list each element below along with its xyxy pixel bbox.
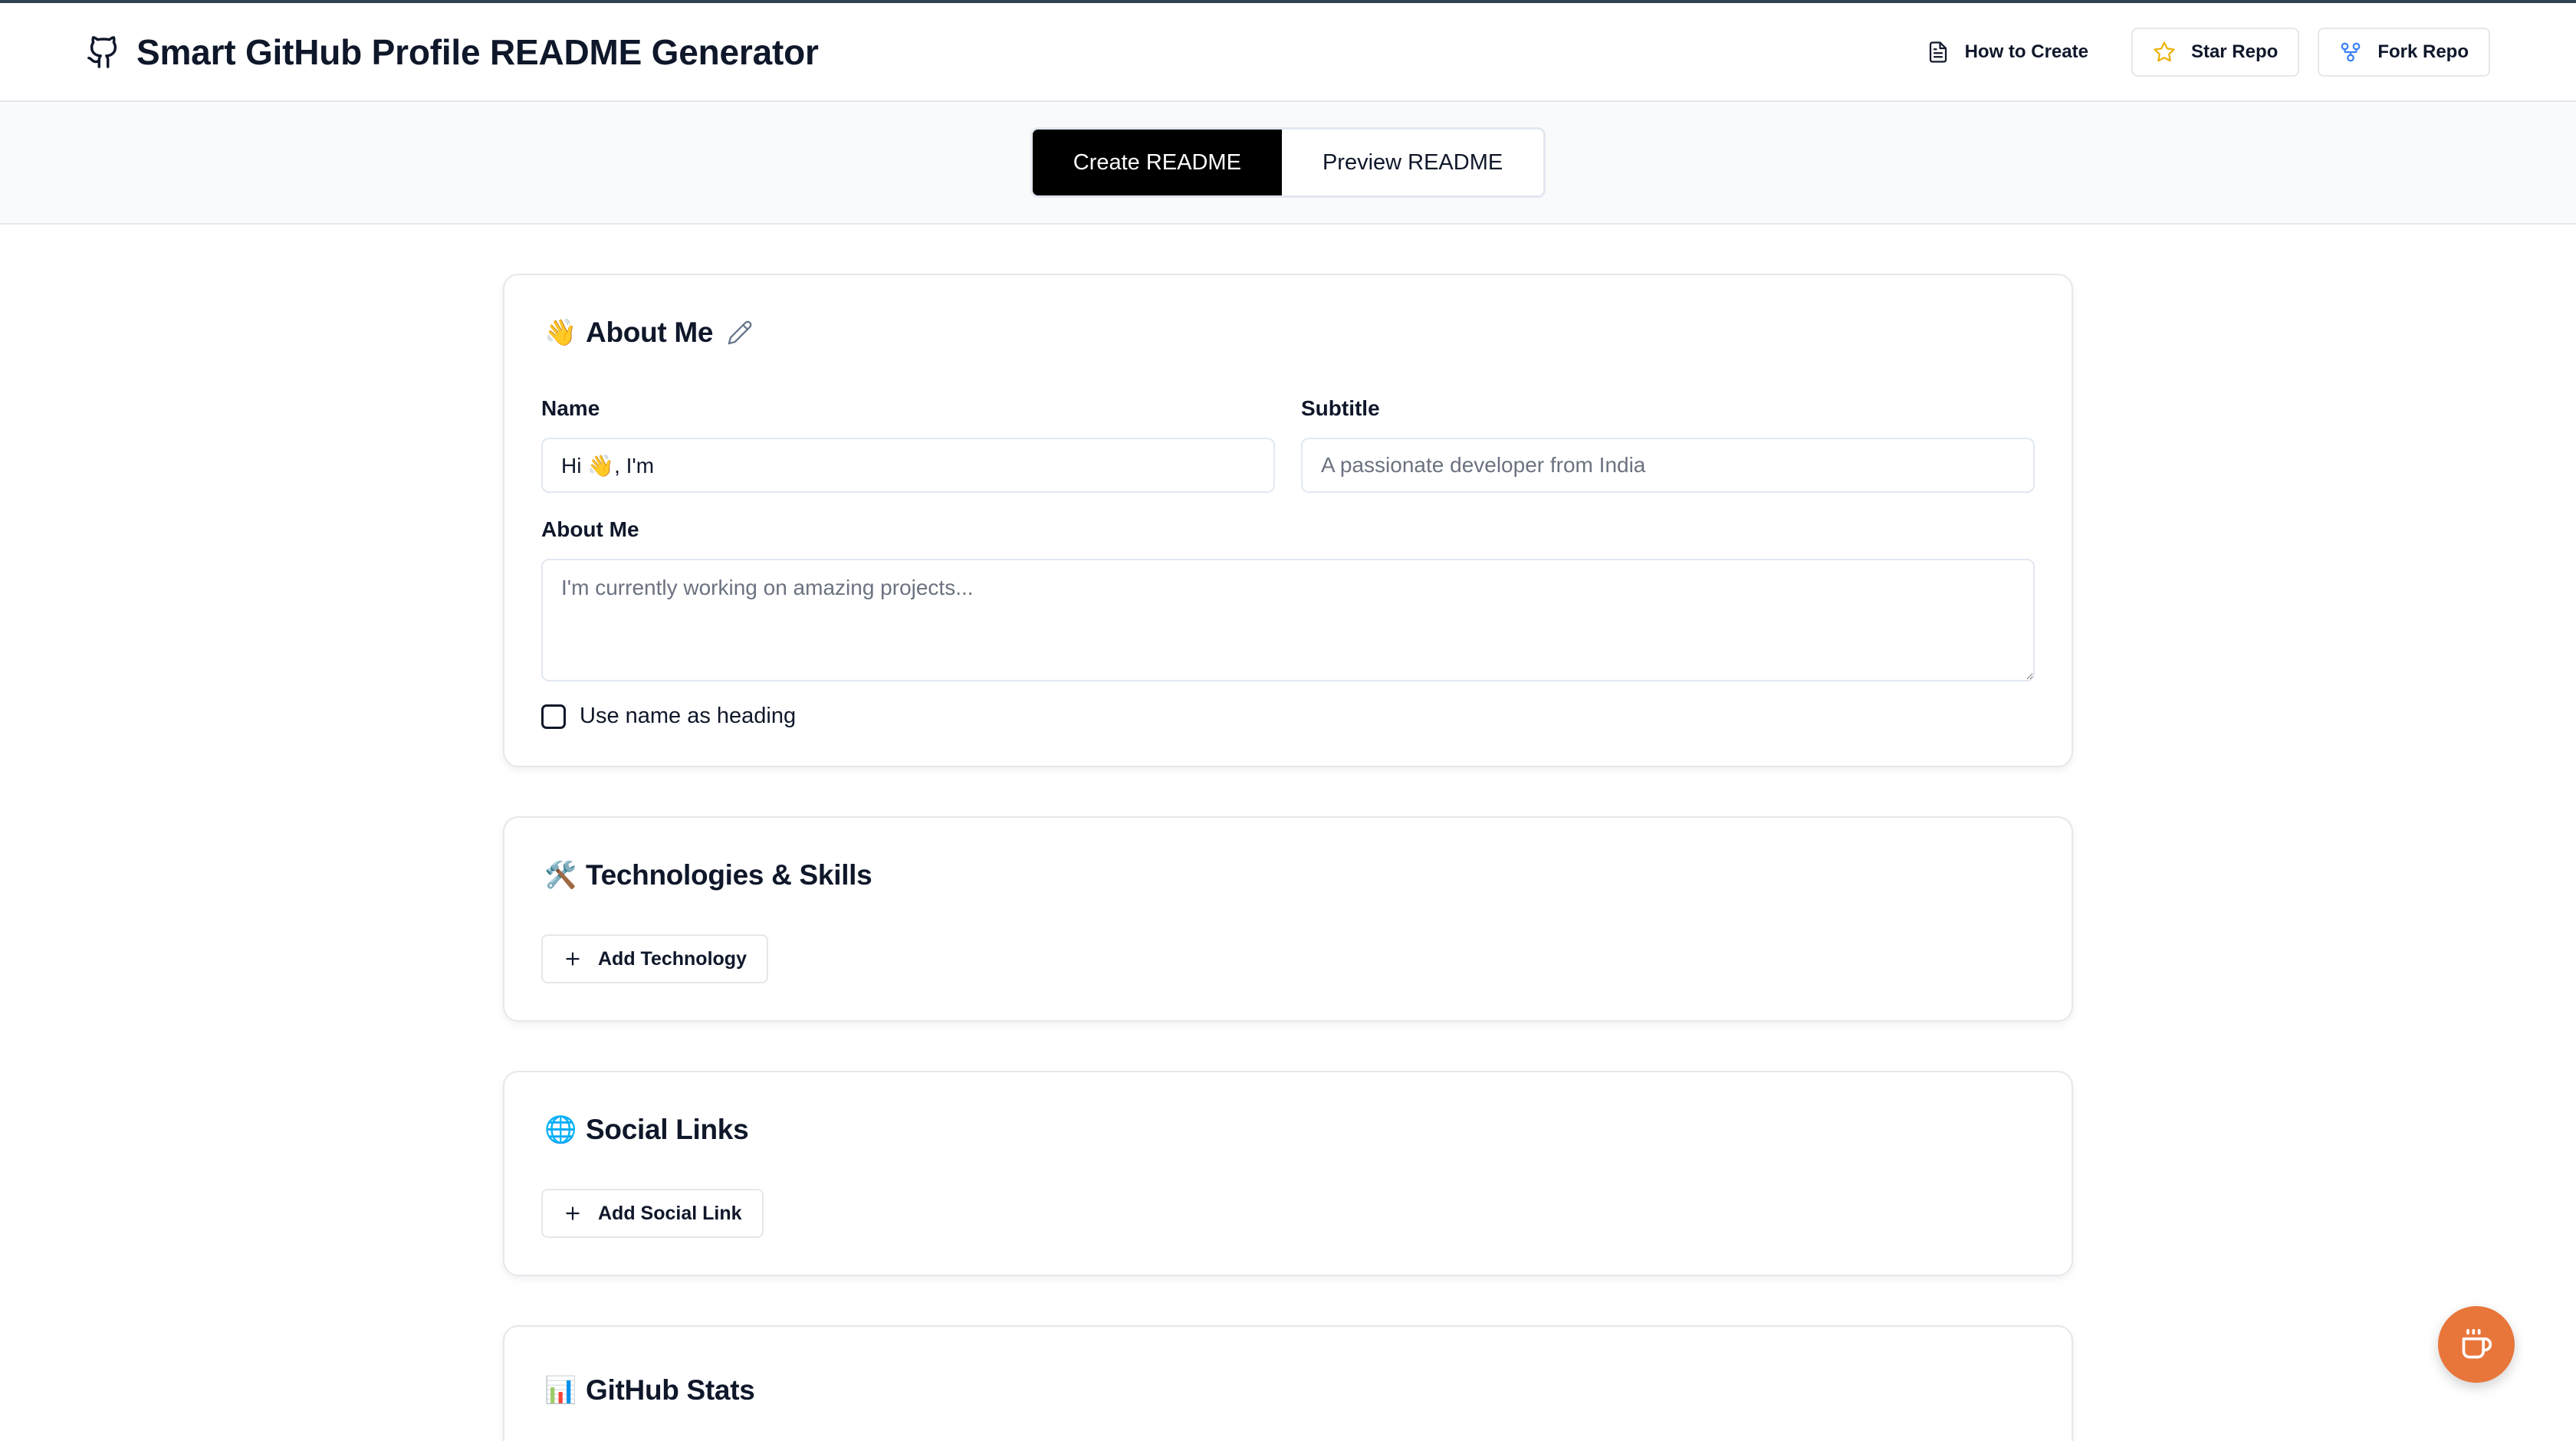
name-field-group: Name xyxy=(541,396,1275,493)
document-icon xyxy=(1929,41,1947,63)
github-stats-heading: 📊 GitHub Stats xyxy=(544,1374,2035,1407)
brand: Smart GitHub Profile README Generator xyxy=(86,31,819,73)
tools-icon: 🛠️ xyxy=(544,860,577,891)
technologies-heading: 🛠️ Technologies & Skills xyxy=(544,859,2035,891)
star-icon xyxy=(2154,41,2175,61)
about-me-label: About Me xyxy=(541,517,639,541)
fork-repo-button[interactable]: Fork Repo xyxy=(2318,27,2490,77)
how-to-create-link[interactable]: How to Create xyxy=(1902,28,2113,77)
globe-icon: 🌐 xyxy=(544,1114,577,1145)
about-me-heading: 👋 About Me xyxy=(544,317,2035,349)
header-actions: How to Create Star Repo Fork Repo xyxy=(1902,27,2490,77)
app-title: Smart GitHub Profile README Generator xyxy=(136,31,819,72)
coffee-icon xyxy=(2462,1328,2492,1359)
name-subtitle-row: Name Subtitle xyxy=(541,396,2035,493)
subtitle-input[interactable] xyxy=(1301,438,2035,493)
use-name-heading-checkbox[interactable] xyxy=(541,704,566,729)
bar-chart-icon: 📊 xyxy=(544,1375,577,1406)
about-me-textarea[interactable] xyxy=(541,559,2035,681)
subtitle-field-group: Subtitle xyxy=(1301,396,2035,493)
use-name-heading-label: Use name as heading xyxy=(580,704,797,728)
tab-create-readme[interactable]: Create README xyxy=(1032,130,1282,195)
subtitle-label: Subtitle xyxy=(1301,396,1380,420)
plus-icon xyxy=(566,952,580,966)
header: Smart GitHub Profile README Generator Ho… xyxy=(0,3,2576,102)
technologies-card: 🛠️ Technologies & Skills Add Technology xyxy=(503,816,2073,1022)
social-links-title: Social Links xyxy=(586,1114,749,1145)
tabs: Create README Preview README xyxy=(1030,127,1546,198)
star-repo-button[interactable]: Star Repo xyxy=(2131,27,2300,77)
add-social-link-label: Add Social Link xyxy=(598,1202,742,1224)
coffee-fab-button[interactable] xyxy=(2438,1306,2515,1383)
page: Smart GitHub Profile README Generator Ho… xyxy=(0,0,2576,1441)
social-links-heading: 🌐 Social Links xyxy=(544,1114,2035,1146)
tab-preview-readme[interactable]: Preview README xyxy=(1281,130,1544,195)
fork-icon xyxy=(2341,42,2361,61)
use-name-heading-row: Use name as heading xyxy=(541,704,2035,729)
name-label: Name xyxy=(541,396,600,420)
technologies-title: Technologies & Skills xyxy=(586,859,872,891)
add-social-link-button[interactable]: Add Social Link xyxy=(541,1189,764,1238)
social-links-card: 🌐 Social Links Add Social Link xyxy=(503,1071,2073,1276)
about-me-card: 👋 About Me Name Subtitle About Me xyxy=(503,274,2073,767)
main-content: 👋 About Me Name Subtitle About Me xyxy=(503,274,2073,1441)
about-field-group: About Me xyxy=(541,517,2035,685)
add-technology-button[interactable]: Add Technology xyxy=(541,934,768,983)
how-to-create-label: How to Create xyxy=(1964,41,2088,62)
github-stats-title: GitHub Stats xyxy=(586,1374,755,1406)
star-repo-label: Star Repo xyxy=(2190,41,2279,62)
plus-icon xyxy=(566,1206,580,1220)
name-input[interactable] xyxy=(541,438,1275,493)
pencil-icon[interactable] xyxy=(727,320,753,346)
github-icon xyxy=(87,35,117,68)
github-stats-card: 📊 GitHub Stats xyxy=(503,1325,2073,1441)
tab-bar: Create README Preview README xyxy=(0,102,2576,225)
waving-hand-icon: 👋 xyxy=(544,317,577,348)
fork-repo-label: Fork Repo xyxy=(2377,41,2469,62)
about-me-title: About Me xyxy=(586,317,714,348)
add-technology-label: Add Technology xyxy=(598,947,747,970)
